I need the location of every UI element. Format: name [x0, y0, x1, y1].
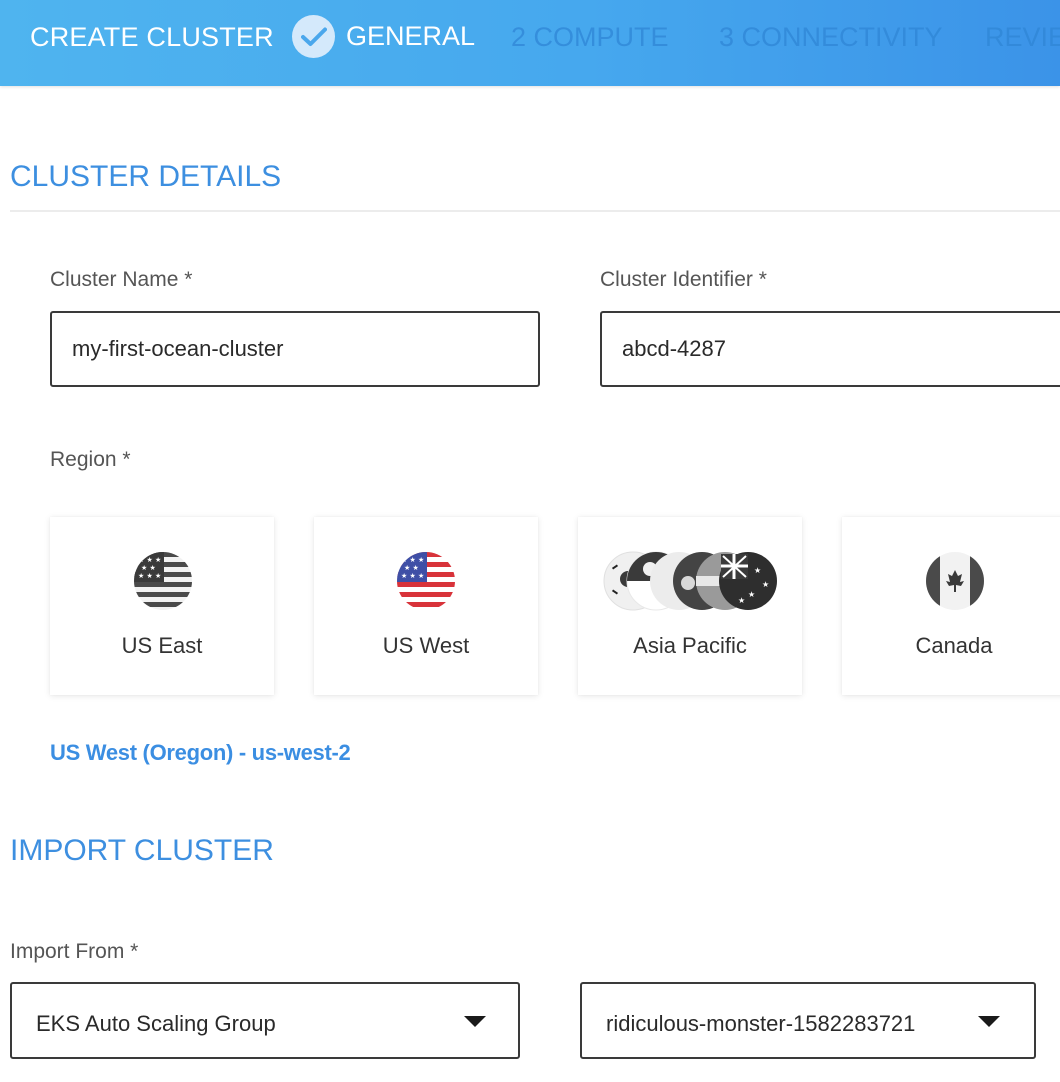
svg-text:★ ★: ★ ★: [404, 564, 419, 572]
asia-pacific-flags-icon: ★★★★: [603, 551, 777, 611]
step-general[interactable]: GENERAL: [292, 15, 475, 58]
region-label-asia-pacific: Asia Pacific: [633, 633, 747, 658]
svg-text:★: ★: [738, 596, 745, 605]
chevron-down-icon: [978, 1016, 1000, 1027]
import-from-select[interactable]: EKS Auto Scaling Group: [10, 982, 520, 1059]
check-icon: [292, 15, 335, 58]
region-card-asia-pacific[interactable]: ★ ★ ★ ★ Asia Pacific: [578, 517, 802, 695]
auto-scaling-group-select[interactable]: ridiculous-monster-1582283721: [580, 982, 1036, 1059]
svg-text:★: ★: [754, 566, 761, 575]
selected-region-link[interactable]: US West (Oregon) - us-west-2: [50, 740, 351, 766]
svg-text:★ ★ ★: ★ ★ ★: [138, 572, 161, 580]
region-card-canada[interactable]: Canada: [842, 517, 1060, 695]
step-connectivity[interactable]: 3 CONNECTIVITY: [719, 22, 943, 53]
svg-text:★ ★ ★: ★ ★ ★: [401, 572, 424, 580]
svg-text:★ ★ ★: ★ ★ ★: [401, 556, 424, 564]
canada-flag-grayscale-icon: [926, 552, 984, 610]
region-label-us-west: US West: [382, 633, 470, 658]
region-card-us-east[interactable]: ★ ★ ★ ★ ★ ★ ★ ★ US East: [50, 517, 274, 695]
cluster-details-title: CLUSTER DETAILS: [10, 160, 282, 193]
cluster-identifier-input[interactable]: [600, 311, 1060, 387]
page-title: CREATE CLUSTER: [30, 22, 274, 52]
region-label: Region *: [50, 448, 131, 471]
cluster-name-input[interactable]: [50, 311, 540, 387]
import-from-value: EKS Auto Scaling Group: [36, 1011, 276, 1036]
import-from-label: Import From *: [10, 940, 139, 963]
svg-text:★ ★: ★ ★: [141, 564, 156, 572]
region-label-canada: Canada: [915, 633, 993, 658]
cluster-identifier-label: Cluster Identifier *: [600, 268, 767, 291]
svg-text:★: ★: [748, 590, 755, 599]
wizard-header: CREATE CLUSTER GENERAL 2 COMPUTE 3 CONNE…: [0, 0, 1060, 86]
step-review[interactable]: REVIEW: [985, 22, 1060, 53]
step-general-label: GENERAL: [346, 21, 476, 51]
import-cluster-title: IMPORT CLUSTER: [10, 834, 274, 867]
section-divider: [10, 210, 1060, 212]
svg-text:★ ★ ★: ★ ★ ★: [138, 556, 161, 564]
cluster-name-label: Cluster Name *: [50, 268, 193, 291]
region-card-us-west[interactable]: ★ ★ ★ ★ ★ ★ ★ ★ US West: [314, 517, 538, 695]
step-compute[interactable]: 2 COMPUTE: [511, 22, 669, 53]
chevron-down-icon: [464, 1016, 486, 1027]
region-label-us-east: US East: [121, 633, 203, 658]
auto-scaling-group-value: ridiculous-monster-1582283721: [606, 1011, 916, 1036]
svg-text:★: ★: [762, 580, 769, 589]
us-flag-icon: ★ ★ ★★ ★★ ★ ★: [397, 552, 455, 610]
us-flag-grayscale-icon: ★ ★ ★★ ★★ ★ ★: [134, 552, 192, 610]
